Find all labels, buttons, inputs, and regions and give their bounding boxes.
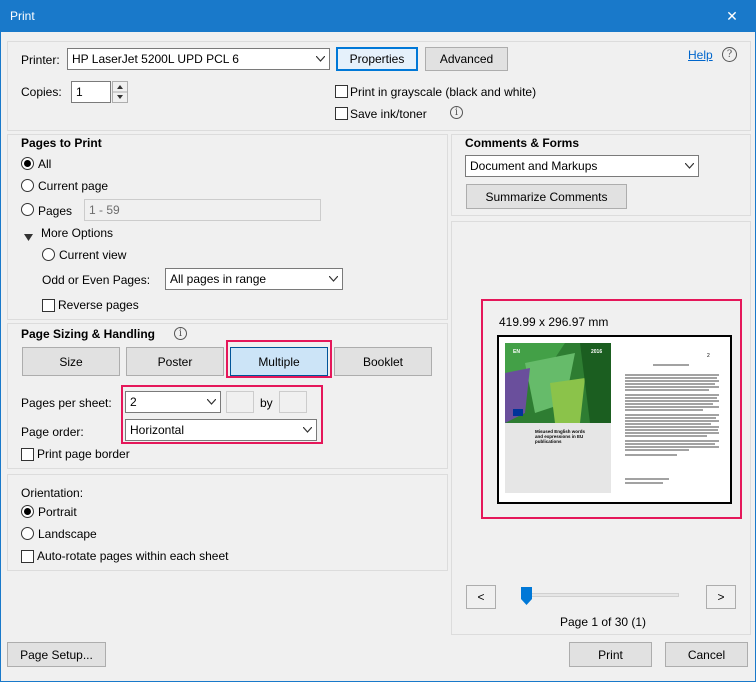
portrait-label: Portrait xyxy=(38,505,77,519)
reverse-pages-checkbox[interactable] xyxy=(42,299,55,312)
cancel-label: Cancel xyxy=(687,647,726,662)
summarize-label: Summarize Comments xyxy=(485,189,608,204)
stepper-arrows-icon xyxy=(113,85,127,99)
page-sizing-title: Page Sizing & Handling xyxy=(21,327,156,341)
print-dialog: Print ✕ Printer: HP LaserJet 5200L UPD P… xyxy=(0,0,756,682)
chevron-down-icon xyxy=(325,269,342,289)
advanced-label: Advanced xyxy=(439,52,494,66)
page-setup-button[interactable]: Page Setup... xyxy=(7,642,106,667)
all-radio[interactable] xyxy=(21,157,34,170)
prev-page-label: < xyxy=(477,590,485,604)
save-ink-checkbox[interactable] xyxy=(335,107,348,120)
help-icon[interactable]: ? xyxy=(722,47,737,62)
slider-thumb[interactable] xyxy=(521,587,532,605)
current-page-label: Current page xyxy=(38,179,109,193)
copies-label: Copies: xyxy=(21,85,62,99)
landscape-radio[interactable] xyxy=(21,527,34,540)
cover-caption-box: Misused English words and expressions in… xyxy=(535,429,591,457)
preview-page-left: EN 2016 Misused English words and expres… xyxy=(505,343,611,493)
landscape-label: Landscape xyxy=(38,527,97,541)
cover-lang-code: EN xyxy=(513,349,520,355)
summarize-comments-button[interactable]: Summarize Comments xyxy=(466,184,627,209)
properties-button[interactable]: Properties xyxy=(336,47,418,71)
print-button[interactable]: Print xyxy=(569,642,652,667)
printer-select[interactable]: HP LaserJet 5200L UPD PCL 6 xyxy=(67,48,330,70)
slider-track xyxy=(521,593,679,597)
info-icon[interactable]: i xyxy=(174,327,187,340)
copies-value: 1 xyxy=(76,85,83,99)
all-label: All xyxy=(38,157,52,171)
save-ink-label: Save ink/toner xyxy=(350,107,427,121)
comments-value: Document and Markups xyxy=(470,159,598,173)
reverse-pages-label: Reverse pages xyxy=(58,298,139,312)
eu-logo xyxy=(513,409,523,416)
current-view-label: Current view xyxy=(59,248,127,262)
text-lines-image xyxy=(625,364,719,484)
comments-title: Comments & Forms xyxy=(465,136,580,150)
print-label: Print xyxy=(598,647,623,662)
cover-year: 2016 xyxy=(591,349,603,355)
print-border-label: Print page border xyxy=(37,447,130,461)
cover-caption: Misused English words and expressions in… xyxy=(535,429,586,444)
page-order-label: Page order: xyxy=(21,425,84,439)
odd-even-select[interactable]: All pages in range xyxy=(165,268,343,290)
pages-per-sheet-label: Pages per sheet: xyxy=(21,396,112,410)
grayscale-checkbox[interactable] xyxy=(335,85,348,98)
multiple-highlight xyxy=(226,340,332,378)
size-tab-button[interactable]: Size xyxy=(22,347,120,376)
close-button[interactable]: ✕ xyxy=(709,1,755,32)
title-bar: Print ✕ xyxy=(1,1,755,32)
next-page-label: > xyxy=(717,590,725,604)
printer-value: HP LaserJet 5200L UPD PCL 6 xyxy=(72,52,239,66)
booklet-tab-button[interactable]: Booklet xyxy=(334,347,432,376)
auto-rotate-label: Auto-rotate pages within each sheet xyxy=(37,549,229,563)
properties-label: Properties xyxy=(349,52,405,66)
pages-range-input[interactable]: 1 - 59 xyxy=(84,199,321,221)
pages-to-print-title: Pages to Print xyxy=(21,136,102,150)
preview-page-right: 2 xyxy=(619,343,725,493)
poster-tab-button[interactable]: Poster xyxy=(126,347,224,376)
pages-radio[interactable] xyxy=(21,203,34,216)
advanced-button[interactable]: Advanced xyxy=(425,47,508,71)
info-icon[interactable]: i xyxy=(450,106,463,119)
copies-stepper[interactable] xyxy=(112,81,128,103)
auto-rotate-checkbox[interactable] xyxy=(21,550,34,563)
print-border-checkbox[interactable] xyxy=(21,448,34,461)
next-page-button[interactable]: > xyxy=(706,585,736,609)
more-options-label[interactable]: More Options xyxy=(41,226,113,240)
booklet-tab-label: Booklet xyxy=(362,354,404,369)
comments-select[interactable]: Document and Markups xyxy=(465,155,699,177)
pages-label: Pages xyxy=(38,204,73,218)
poster-tab-label: Poster xyxy=(157,354,193,369)
triangle-down-icon[interactable] xyxy=(24,230,33,244)
copies-input[interactable]: 1 xyxy=(71,81,111,103)
page-info: Page 1 of 30 (1) xyxy=(560,615,647,629)
odd-even-value: All pages in range xyxy=(170,272,267,286)
page-setup-label: Page Setup... xyxy=(20,647,93,662)
odd-even-label: Odd or Even Pages: xyxy=(42,273,151,287)
pages-range-value: 1 - 59 xyxy=(89,203,120,217)
close-icon: ✕ xyxy=(726,8,738,24)
chevron-down-icon xyxy=(681,156,698,176)
orientation-title: Orientation: xyxy=(21,486,84,500)
current-page-radio[interactable] xyxy=(21,179,34,192)
page-slider[interactable] xyxy=(521,587,681,607)
size-tab-label: Size xyxy=(59,354,83,369)
preview-sheet: EN 2016 Misused English words and expres… xyxy=(497,335,732,504)
multiple-settings-highlight xyxy=(121,385,323,444)
window-title: Print xyxy=(10,9,35,23)
grayscale-label: Print in grayscale (black and white) xyxy=(350,85,537,99)
chevron-down-icon xyxy=(312,49,329,69)
help-link[interactable]: Help xyxy=(688,48,713,62)
portrait-radio[interactable] xyxy=(21,505,34,518)
current-view-radio[interactable] xyxy=(42,248,55,261)
prev-page-button[interactable]: < xyxy=(466,585,496,609)
cancel-button[interactable]: Cancel xyxy=(665,642,748,667)
printer-label: Printer: xyxy=(21,53,60,67)
